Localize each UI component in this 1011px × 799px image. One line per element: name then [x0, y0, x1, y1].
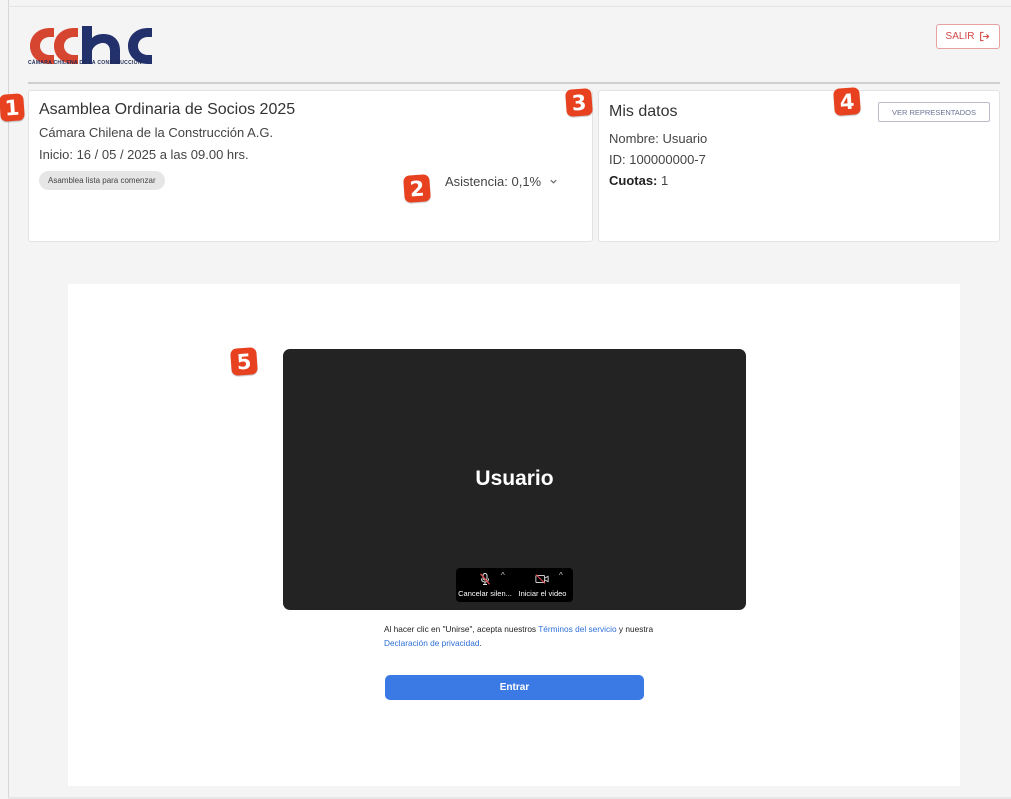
header-divider: [28, 82, 1000, 84]
participant-name: Usuario: [475, 467, 554, 490]
my-data-title: Mis datos: [609, 103, 678, 120]
logout-button[interactable]: SALIR: [936, 24, 1000, 49]
video-preview: Usuario ^ Cancelar silen... ^ Iniciar el…: [283, 349, 746, 610]
chevron-down-icon: [550, 179, 557, 184]
mic-muted-icon: [480, 573, 490, 585]
assembly-organization: Cámara Chilena de la Construcción A.G.: [39, 125, 274, 140]
mic-options-caret[interactable]: ^: [501, 571, 505, 580]
start-video-label: Iniciar el video: [518, 589, 567, 598]
terms-of-service-link[interactable]: Términos del servicio: [538, 624, 616, 634]
video-off-icon: [535, 574, 549, 584]
step-marker-2: 2: [403, 174, 431, 203]
view-represented-button[interactable]: VER REPRESENTADOS: [878, 102, 990, 122]
assembly-title: Asamblea Ordinaria de Socios 2025: [39, 101, 296, 118]
user-quotas: Cuotas: 1: [609, 173, 668, 188]
step-marker-3: 3: [565, 88, 593, 117]
terms-text-end: .: [479, 638, 482, 648]
user-name: Nombre: Usuario: [609, 131, 708, 146]
logout-icon: [980, 31, 990, 42]
enter-button[interactable]: Entrar: [385, 675, 644, 700]
logout-label: SALIR: [945, 31, 975, 42]
quotas-value: 1: [661, 173, 669, 188]
user-id: ID: 100000000-7: [609, 152, 706, 167]
assembly-card: Asamblea Ordinaria de Socios 2025 Cámara…: [28, 90, 593, 242]
media-controls: ^ Cancelar silen... ^ Iniciar el video: [456, 568, 573, 602]
frame-top-border: [8, 6, 1011, 7]
attendance-label: Asistencia: 0,1%: [445, 174, 542, 189]
logo-subtitle: CÁMARA CHILENA DE LA CONSTRUCCIÓN: [28, 60, 142, 66]
step-marker-1: 1: [0, 93, 25, 122]
unmute-label: Cancelar silen...: [458, 589, 512, 598]
step-marker-4: 4: [833, 87, 861, 116]
unmute-button[interactable]: ^ Cancelar silen...: [456, 568, 514, 602]
terms-notice: Al hacer clic en "Unirse", acepta nuestr…: [384, 622, 654, 650]
terms-text-before: Al hacer clic en "Unirse", acepta nuestr…: [384, 624, 539, 634]
terms-text-middle: y nuestra: [616, 624, 654, 634]
step-marker-5: 5: [230, 347, 258, 376]
status-badge: Asamblea lista para comenzar: [39, 171, 165, 190]
attendance-dropdown[interactable]: Asistencia: 0,1%: [445, 174, 558, 189]
video-options-caret[interactable]: ^: [559, 571, 563, 580]
privacy-policy-link[interactable]: Declaración de privacidad: [384, 638, 479, 648]
my-data-card: Mis datos Nombre: Usuario ID: 100000000-…: [598, 90, 1000, 242]
assembly-start-time: Inicio: 16 / 05 / 2025 a las 09.00 hrs.: [39, 147, 249, 162]
start-video-button[interactable]: ^ Iniciar el video: [514, 568, 573, 602]
quotas-label: Cuotas:: [609, 173, 658, 188]
